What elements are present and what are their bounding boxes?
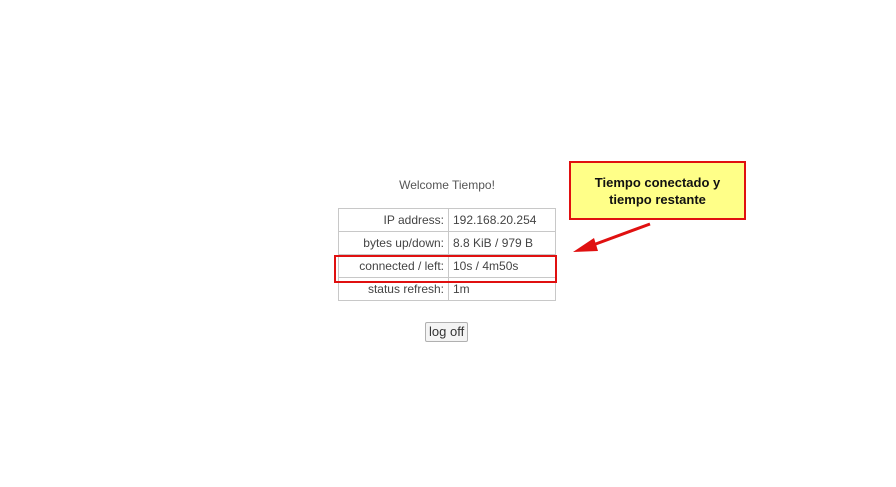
table-row: bytes up/down: 8.8 KiB / 979 B — [338, 231, 556, 255]
connected-left-label: connected / left: — [338, 254, 449, 278]
status-refresh-value: 1m — [448, 277, 556, 301]
table-row: IP address: 192.168.20.254 — [338, 208, 556, 232]
bytes-label: bytes up/down: — [338, 231, 449, 255]
log-off-button[interactable]: log off — [425, 322, 469, 342]
arrow-head — [573, 238, 598, 252]
table-row: status refresh: 1m — [338, 277, 556, 301]
connected-left-value: 10s / 4m50s — [448, 254, 556, 278]
ip-address-label: IP address: — [338, 208, 449, 232]
page: Welcome Tiempo! IP address: 192.168.20.2… — [0, 0, 896, 487]
welcome-message: Welcome Tiempo! — [399, 178, 495, 192]
status-refresh-label: status refresh: — [338, 277, 449, 301]
ip-address-value: 192.168.20.254 — [448, 208, 556, 232]
status-table: IP address: 192.168.20.254 bytes up/down… — [338, 208, 556, 301]
arrow-shaft — [592, 222, 651, 247]
table-row: connected / left: 10s / 4m50s — [338, 254, 556, 278]
annotation-callout: Tiempo conectado y tiempo restante — [569, 161, 746, 220]
bytes-value: 8.8 KiB / 979 B — [448, 231, 556, 255]
